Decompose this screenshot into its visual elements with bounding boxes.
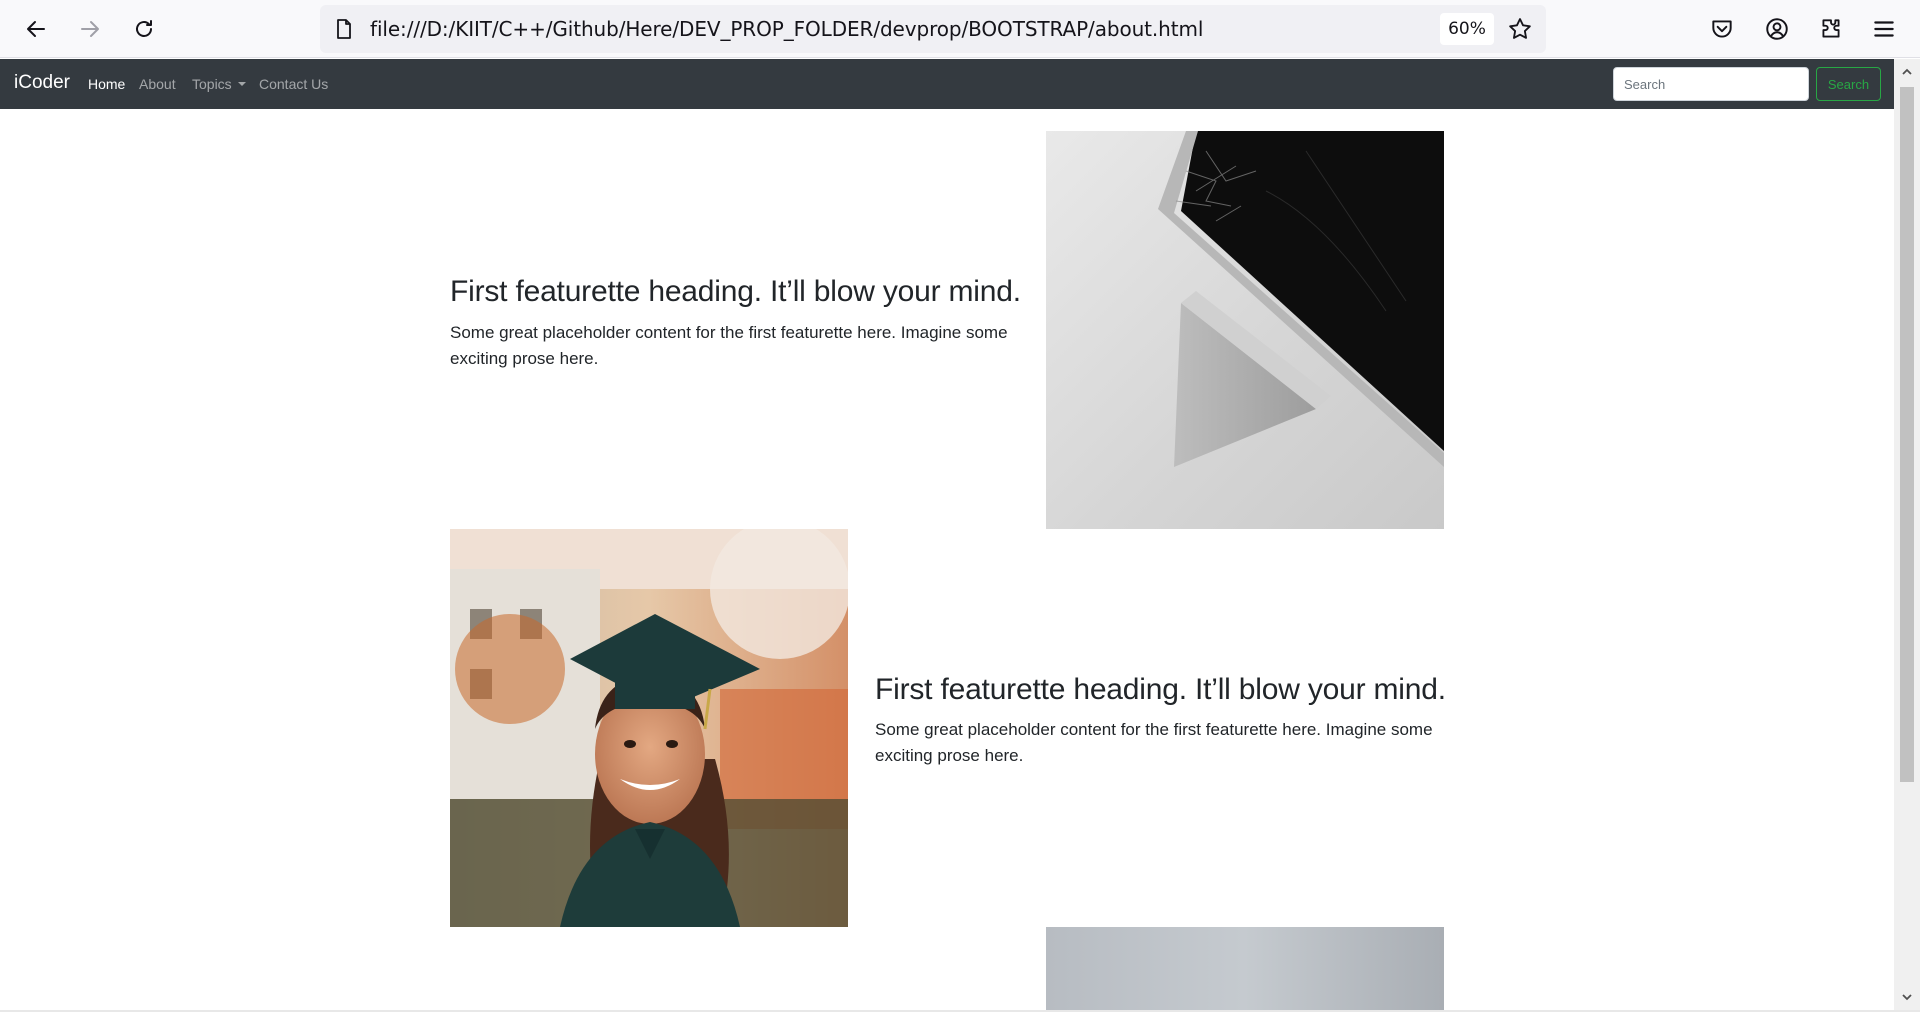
extensions-button[interactable] (1811, 9, 1851, 49)
zoom-level-badge[interactable]: 60% (1440, 13, 1494, 45)
featurette-2-image (450, 529, 848, 927)
account-button[interactable] (1757, 9, 1797, 49)
back-button[interactable] (16, 9, 56, 49)
nav-home-link[interactable]: Home (88, 76, 125, 92)
laptop-photo (1046, 131, 1444, 529)
nav-contact-link[interactable]: Contact Us (259, 76, 328, 92)
grey-photo (1046, 927, 1444, 1010)
arrow-left-icon (27, 21, 45, 37)
hamburger-menu-icon (1874, 21, 1894, 37)
page-viewport: iCoder Home About Topics Contact Us Sear… (0, 59, 1894, 1010)
account-icon (1766, 18, 1788, 40)
puzzle-icon (1822, 19, 1840, 38)
scrollbar-thumb[interactable] (1900, 87, 1914, 782)
nav-about-link[interactable]: About (139, 76, 176, 92)
bookmark-button[interactable] (1504, 13, 1536, 45)
caret-down-icon (237, 82, 246, 86)
reload-icon (136, 20, 152, 37)
featurette-1-heading: First featurette heading. It’ll blow you… (450, 275, 1021, 308)
scroll-up-arrow-icon[interactable] (1900, 65, 1914, 79)
featurette-3-image (1046, 927, 1444, 1010)
featurette-1-lead: Some great placeholder content for the f… (450, 323, 1008, 368)
pocket-button[interactable] (1702, 9, 1742, 49)
search-button[interactable]: Search (1816, 67, 1881, 101)
featurette-1-image (1046, 131, 1444, 529)
star-icon (1509, 18, 1531, 39)
nav-topics-dropdown[interactable]: Topics (192, 76, 246, 92)
page-icon (337, 19, 351, 39)
pocket-icon (1712, 20, 1732, 38)
menu-button[interactable] (1864, 9, 1904, 49)
site-brand[interactable]: iCoder (14, 72, 70, 94)
forward-button[interactable] (70, 9, 110, 49)
vertical-scrollbar[interactable] (1894, 59, 1920, 1010)
graduate-photo (450, 529, 848, 927)
search-input[interactable] (1613, 67, 1809, 101)
arrow-right-icon (81, 21, 99, 37)
featurette-2-heading: First featurette heading. It’ll blow you… (875, 673, 1446, 706)
scroll-down-arrow-icon[interactable] (1900, 990, 1914, 1004)
site-navbar: iCoder Home About Topics Contact Us Sear… (0, 59, 1894, 109)
reload-button[interactable] (124, 9, 164, 49)
browser-toolbar: file:///D:/KIIT/C++/Github/Here/DEV_PROP… (0, 0, 1920, 58)
nav-topics-label: Topics (192, 76, 232, 92)
url-bar[interactable]: file:///D:/KIIT/C++/Github/Here/DEV_PROP… (320, 5, 1546, 53)
url-text[interactable]: file:///D:/KIIT/C++/Github/Here/DEV_PROP… (370, 17, 1203, 41)
featurette-2-lead: Some great placeholder content for the f… (875, 720, 1433, 765)
